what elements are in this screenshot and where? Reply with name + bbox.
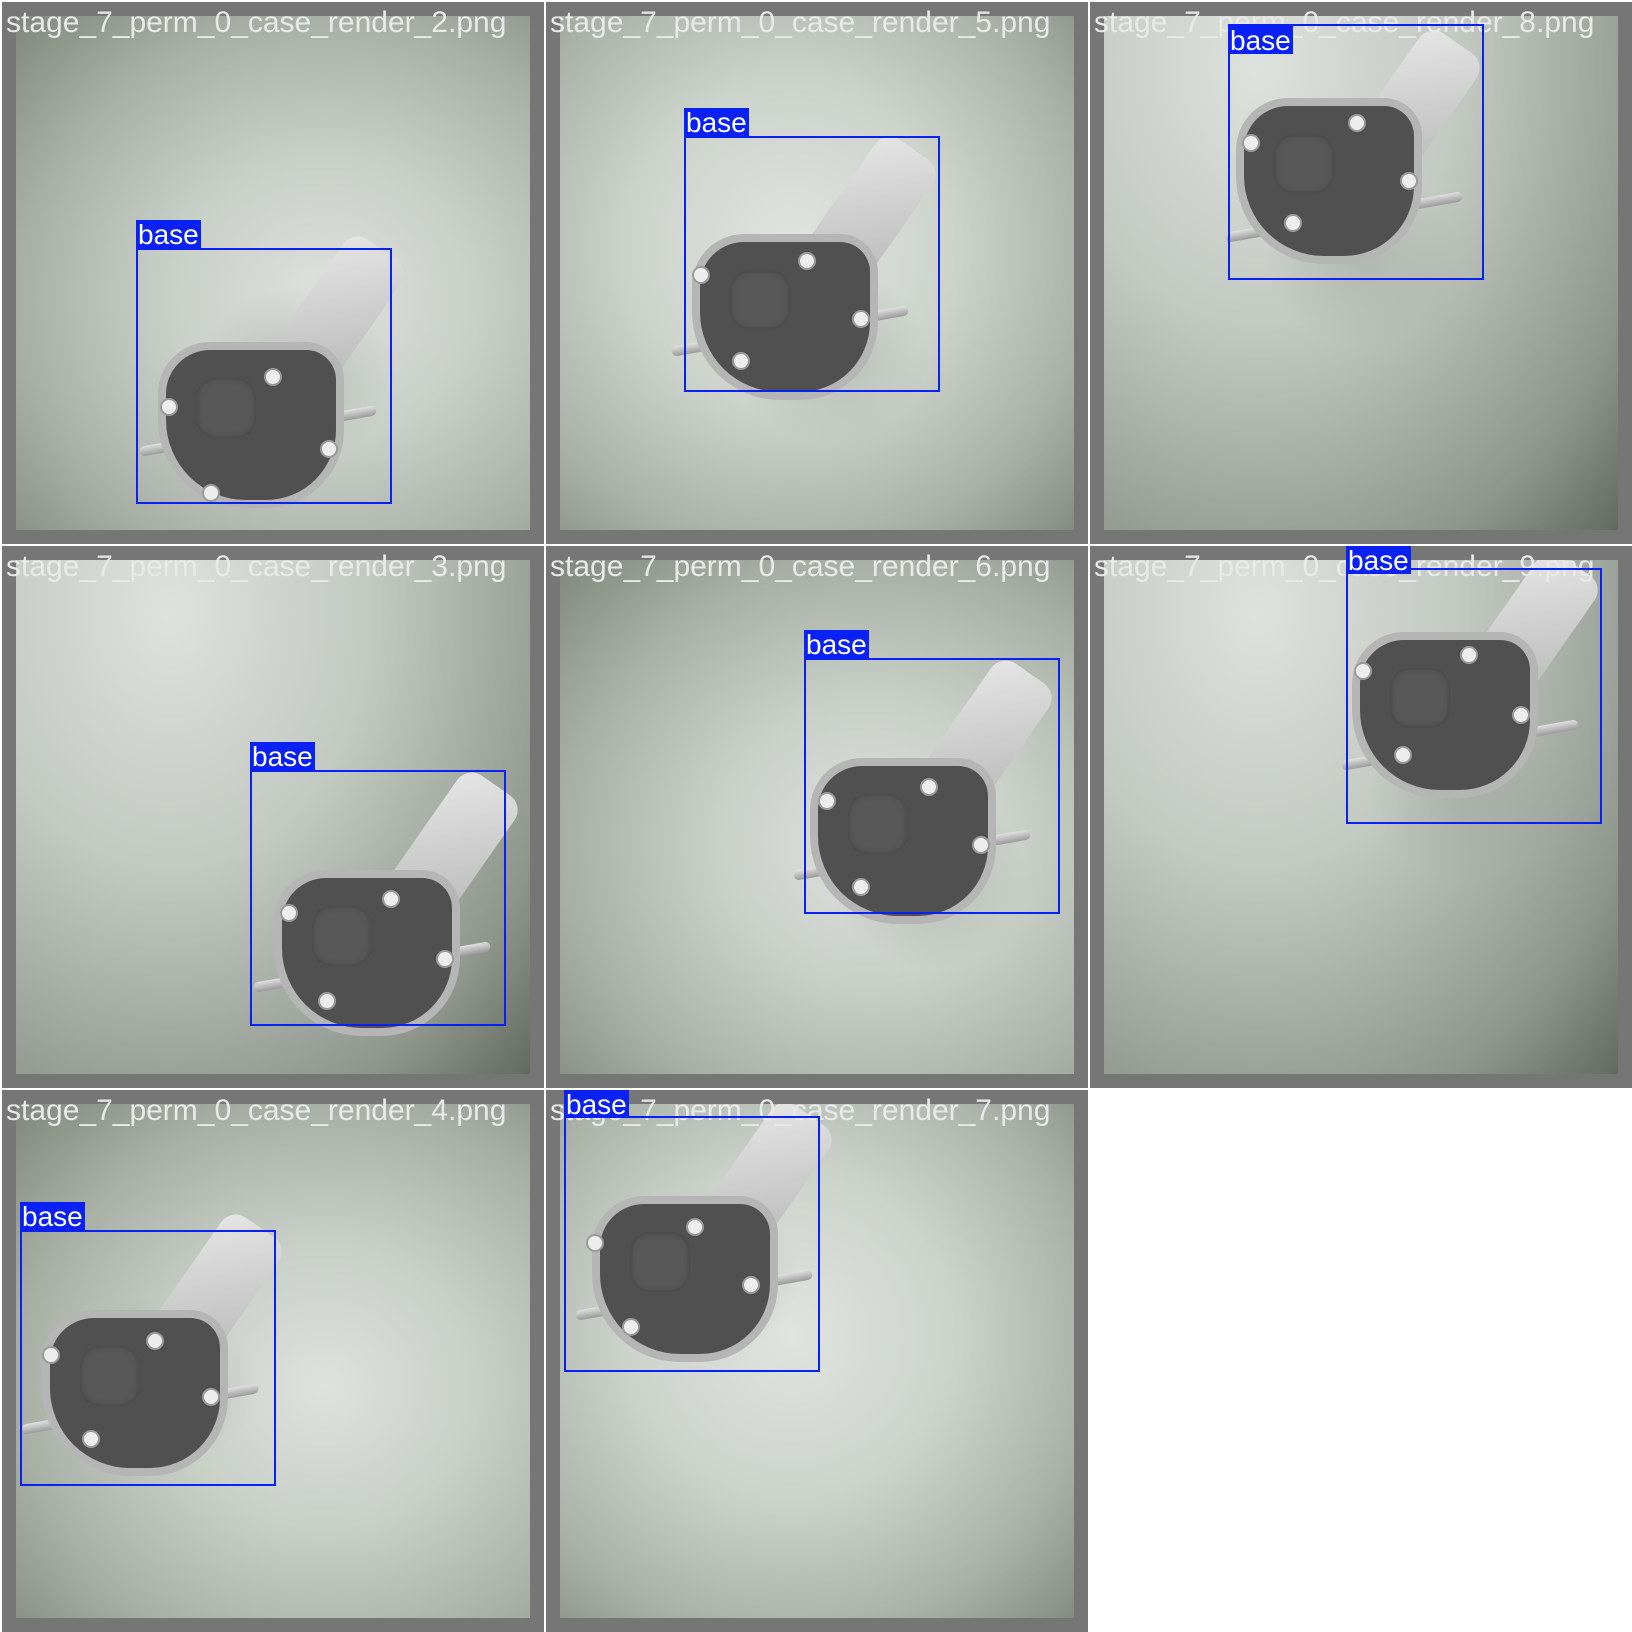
detection-label: base [684,107,749,138]
detection-label: base [1228,25,1293,56]
detection-label: base [564,1090,629,1120]
tile-render-6[interactable]: stage_7_perm_0_case_render_6.png base [546,546,1088,1088]
detection-box[interactable] [136,248,392,504]
image-filename: stage_7_perm_0_case_render_4.png [6,1094,507,1127]
detection-label: base [1346,546,1411,576]
detection-label: base [136,219,201,250]
detection-box[interactable] [250,770,506,1026]
detection-box[interactable] [564,1116,820,1372]
image-filename: stage_7_perm_0_case_render_2.png [6,6,507,39]
image-filename: stage_7_perm_0_case_render_3.png [6,550,507,583]
image-filename: stage_7_perm_0_case_render_6.png [550,550,1051,583]
tile-render-3[interactable]: stage_7_perm_0_case_render_3.png base [2,546,544,1088]
detection-label: base [250,741,315,772]
tile-render-2[interactable]: stage_7_perm_0_case_render_2.png base [2,2,544,544]
tile-render-5[interactable]: stage_7_perm_0_case_render_5.png base [546,2,1088,544]
tile-render-7[interactable]: stage_7_perm_0_case_render_7.png base [546,1090,1088,1632]
detection-label: base [20,1201,85,1232]
detection-label: base [804,629,869,660]
tile-render-4[interactable]: stage_7_perm_0_case_render_4.png base [2,1090,544,1632]
tile-render-9[interactable]: stage_7_perm_0_case_render_9.png base [1090,546,1632,1088]
detection-box[interactable] [1346,568,1602,824]
detection-box[interactable] [20,1230,276,1486]
tile-render-8[interactable]: stage_7_perm_0_case_render_8.png base [1090,2,1632,544]
detection-box[interactable] [1228,24,1484,280]
image-filename: stage_7_perm_0_case_render_5.png [550,6,1051,39]
detection-box[interactable] [684,136,940,392]
detection-box[interactable] [804,658,1060,914]
